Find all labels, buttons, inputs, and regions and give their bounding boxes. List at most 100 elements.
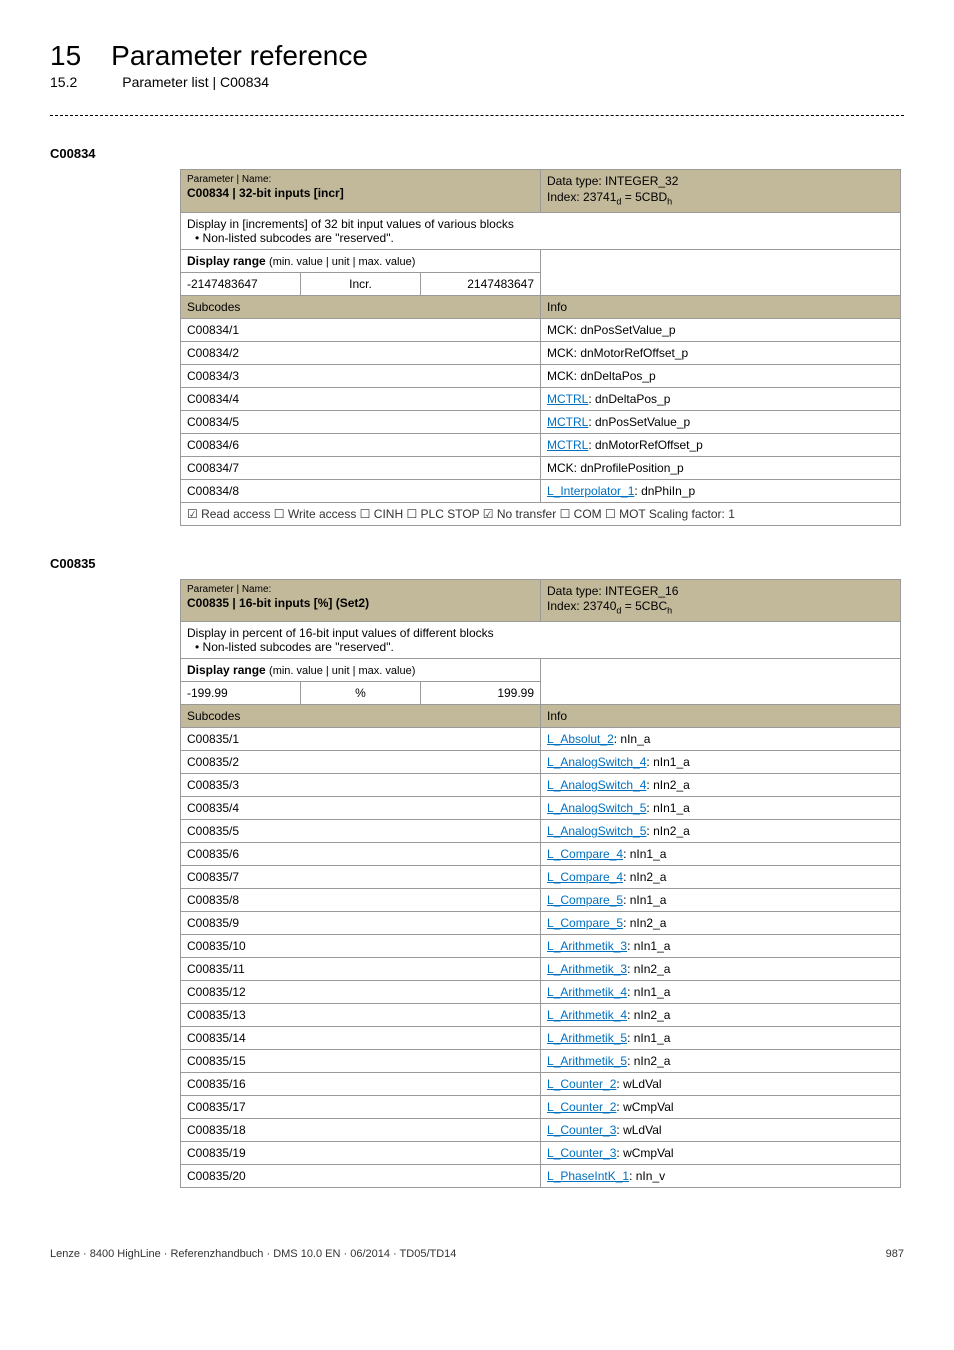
subcode-cell: C00834/2 (181, 341, 541, 364)
subcode-cell: C00835/9 (181, 912, 541, 935)
info-cell: L_Compare_5: nIn1_a (541, 889, 901, 912)
info-cell: L_Compare_5: nIn2_a (541, 912, 901, 935)
param-meta-cell: Data type: INTEGER_32 Index: 23741d = 5C… (541, 170, 901, 213)
subcode-cell: C00834/4 (181, 387, 541, 410)
param-heading-c00834: C00834 (50, 146, 904, 161)
info-link[interactable]: L_Interpolator_1 (547, 484, 634, 498)
info-link[interactable]: L_Arithmetik_3 (547, 962, 627, 976)
subcode-cell: C00835/20 (181, 1165, 541, 1188)
info-cell: L_AnalogSwitch_4: nIn1_a (541, 751, 901, 774)
param-name-value: C00835 | 16-bit inputs [%] (Set2) (187, 596, 534, 610)
info-link[interactable]: L_AnalogSwitch_4 (547, 755, 646, 769)
subcode-cell: C00835/7 (181, 866, 541, 889)
divider (50, 115, 904, 116)
param-datatype: Data type: INTEGER_32 (547, 174, 894, 190)
info-link[interactable]: L_Absolut_2 (547, 732, 614, 746)
display-range-label: Display range (min. value | unit | max. … (181, 659, 541, 682)
info-link[interactable]: MCTRL (547, 415, 588, 429)
param-meta-cell: Data type: INTEGER_16 Index: 23740d = 5C… (541, 579, 901, 622)
section-header: 15.2 Parameter list | C00834 (50, 74, 904, 90)
param-name-cell: Parameter | Name: C00834 | 32-bit inputs… (181, 170, 541, 213)
info-cell: L_Counter_2: wCmpVal (541, 1096, 901, 1119)
subcode-cell: C00835/1 (181, 728, 541, 751)
subcode-cell: C00835/12 (181, 981, 541, 1004)
info-cell: L_AnalogSwitch_5: nIn1_a (541, 797, 901, 820)
info-link[interactable]: L_Counter_3 (547, 1146, 616, 1160)
info-link[interactable]: L_AnalogSwitch_5 (547, 824, 646, 838)
param-datatype: Data type: INTEGER_16 (547, 584, 894, 600)
info-link[interactable]: L_PhaseIntK_1 (547, 1169, 629, 1183)
info-link[interactable]: L_Arithmetik_3 (547, 939, 627, 953)
info-cell: L_Counter_3: wLdVal (541, 1119, 901, 1142)
empty-cell (541, 249, 901, 295)
info-cell: L_PhaseIntK_1: nIn_v (541, 1165, 901, 1188)
footer-left: Lenze · 8400 HighLine · Referenzhandbuch… (50, 1248, 456, 1260)
info-cell: L_Arithmetik_3: nIn1_a (541, 935, 901, 958)
info-cell: L_Arithmetik_5: nIn2_a (541, 1050, 901, 1073)
chapter-header: 15 Parameter reference (50, 40, 904, 72)
info-link[interactable]: L_Arithmetik_5 (547, 1054, 627, 1068)
info-cell: L_Interpolator_1: dnPhiIn_p (541, 479, 901, 502)
info-link[interactable]: L_Compare_5 (547, 916, 623, 930)
info-link[interactable]: L_Compare_5 (547, 893, 623, 907)
subcode-cell: C00835/10 (181, 935, 541, 958)
subcode-cell: C00835/19 (181, 1142, 541, 1165)
info-link[interactable]: MCTRL (547, 392, 588, 406)
param-name-cell: Parameter | Name: C00835 | 16-bit inputs… (181, 579, 541, 622)
footer-page-number: 987 (886, 1248, 904, 1260)
info-cell: L_Compare_4: nIn1_a (541, 843, 901, 866)
info-cell: L_Arithmetik_5: nIn1_a (541, 1027, 901, 1050)
subcode-cell: C00835/5 (181, 820, 541, 843)
range-min: -2147483647 (181, 272, 301, 295)
info-link[interactable]: L_Arithmetik_4 (547, 985, 627, 999)
info-link[interactable]: L_Compare_4 (547, 847, 623, 861)
access-flags: ☑ Read access ☐ Write access ☐ CINH ☐ PL… (181, 502, 901, 525)
param-table-c00835: Parameter | Name: C00835 | 16-bit inputs… (180, 579, 901, 1189)
info-link[interactable]: MCTRL (547, 438, 588, 452)
subcode-cell: C00834/8 (181, 479, 541, 502)
info-link[interactable]: L_AnalogSwitch_5 (547, 801, 646, 815)
subcodes-header: Subcodes (181, 705, 541, 728)
subcode-cell: C00835/16 (181, 1073, 541, 1096)
page-footer: Lenze · 8400 HighLine · Referenzhandbuch… (50, 1248, 904, 1260)
subcode-cell: C00835/11 (181, 958, 541, 981)
info-cell: L_Compare_4: nIn2_a (541, 866, 901, 889)
info-link[interactable]: L_Counter_2 (547, 1100, 616, 1114)
section-title: Parameter list | C00834 (122, 74, 269, 90)
info-link[interactable]: L_AnalogSwitch_4 (547, 778, 646, 792)
info-cell: MCTRL: dnMotorRefOffset_p (541, 433, 901, 456)
subcode-cell: C00835/6 (181, 843, 541, 866)
info-cell: MCTRL: dnPosSetValue_p (541, 410, 901, 433)
info-header: Info (541, 295, 901, 318)
info-link[interactable]: L_Counter_2 (547, 1077, 616, 1091)
info-cell: MCK: dnDeltaPos_p (541, 364, 901, 387)
range-max: 199.99 (421, 682, 541, 705)
range-min: -199.99 (181, 682, 301, 705)
info-link[interactable]: L_Arithmetik_4 (547, 1008, 627, 1022)
param-index: Index: 23740d = 5CBCh (547, 599, 894, 617)
subcodes-header: Subcodes (181, 295, 541, 318)
subcode-cell: C00834/7 (181, 456, 541, 479)
range-unit: Incr. (301, 272, 421, 295)
info-cell: L_Counter_3: wCmpVal (541, 1142, 901, 1165)
info-cell: MCK: dnMotorRefOffset_p (541, 341, 901, 364)
param-index: Index: 23741d = 5CBDh (547, 190, 894, 208)
info-cell: MCK: dnProfilePosition_p (541, 456, 901, 479)
subcode-cell: C00834/5 (181, 410, 541, 433)
subcode-cell: C00835/15 (181, 1050, 541, 1073)
param-description: Display in [increments] of 32 bit input … (181, 212, 901, 249)
subcode-cell: C00834/3 (181, 364, 541, 387)
subcode-cell: C00835/2 (181, 751, 541, 774)
subcode-cell: C00835/8 (181, 889, 541, 912)
info-link[interactable]: L_Counter_3 (547, 1123, 616, 1137)
param-heading-c00835: C00835 (50, 556, 904, 571)
info-cell: L_AnalogSwitch_4: nIn2_a (541, 774, 901, 797)
info-link[interactable]: L_Compare_4 (547, 870, 623, 884)
section-number: 15.2 (50, 74, 77, 90)
subcode-cell: C00834/1 (181, 318, 541, 341)
info-header: Info (541, 705, 901, 728)
subcode-cell: C00835/14 (181, 1027, 541, 1050)
chapter-title: Parameter reference (111, 40, 368, 72)
param-name-label: Parameter | Name: (187, 174, 534, 186)
info-link[interactable]: L_Arithmetik_5 (547, 1031, 627, 1045)
